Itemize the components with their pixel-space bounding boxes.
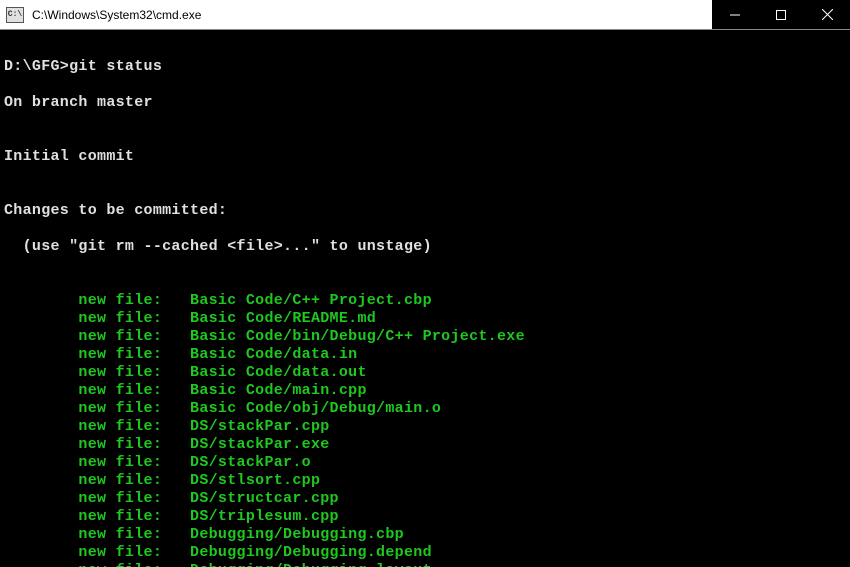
- file-path: DS/stackPar.exe: [190, 436, 330, 453]
- command: git status: [69, 58, 162, 75]
- file-path: DS/stackPar.o: [190, 454, 311, 471]
- new-file-label: new file:: [4, 526, 190, 543]
- staged-file-row: new file: Basic Code/bin/Debug/C++ Proje…: [4, 328, 846, 346]
- new-file-label: new file:: [4, 562, 190, 567]
- close-button[interactable]: [804, 0, 850, 29]
- minimize-icon: [730, 10, 740, 20]
- staged-file-row: new file: Basic Code/obj/Debug/main.o: [4, 400, 846, 418]
- new-file-label: new file:: [4, 382, 190, 399]
- staged-file-row: new file: DS/stlsort.cpp: [4, 472, 846, 490]
- file-path: DS/structcar.cpp: [190, 490, 339, 507]
- file-path: Basic Code/C++ Project.cbp: [190, 292, 432, 309]
- staged-files-list: new file: Basic Code/C++ Project.cbp new…: [4, 292, 846, 567]
- changes-header-line: Changes to be committed:: [4, 202, 846, 220]
- new-file-label: new file:: [4, 490, 190, 507]
- new-file-label: new file:: [4, 400, 190, 417]
- new-file-label: new file:: [4, 418, 190, 435]
- file-path: Basic Code/data.out: [190, 364, 367, 381]
- window-title: C:\Windows\System32\cmd.exe: [32, 8, 712, 22]
- file-path: Debugging/Debugging.depend: [190, 544, 432, 561]
- window-titlebar: C:\ C:\Windows\System32\cmd.exe: [0, 0, 850, 30]
- file-path: Basic Code/README.md: [190, 310, 376, 327]
- prompt: D:\GFG>: [4, 58, 69, 75]
- file-path: Basic Code/main.cpp: [190, 382, 367, 399]
- unstage-hint-line: (use "git rm --cached <file>..." to unst…: [4, 238, 846, 256]
- new-file-label: new file:: [4, 310, 190, 327]
- branch-line: On branch master: [4, 94, 846, 112]
- new-file-label: new file:: [4, 292, 190, 309]
- close-icon: [822, 9, 833, 20]
- prompt-line: D:\GFG>git status: [4, 58, 846, 76]
- staged-file-row: new file: Debugging/Debugging.layout: [4, 562, 846, 567]
- cmd-icon: C:\: [6, 7, 24, 23]
- maximize-button[interactable]: [758, 0, 804, 29]
- file-path: Debugging/Debugging.cbp: [190, 526, 404, 543]
- file-path: Basic Code/bin/Debug/C++ Project.exe: [190, 328, 525, 345]
- minimize-button[interactable]: [712, 0, 758, 29]
- file-path: Basic Code/obj/Debug/main.o: [190, 400, 441, 417]
- new-file-label: new file:: [4, 472, 190, 489]
- file-path: DS/triplesum.cpp: [190, 508, 339, 525]
- new-file-label: new file:: [4, 364, 190, 381]
- staged-file-row: new file: Basic Code/README.md: [4, 310, 846, 328]
- window-controls: [712, 0, 850, 29]
- maximize-icon: [776, 10, 786, 20]
- new-file-label: new file:: [4, 346, 190, 363]
- staged-file-row: new file: Basic Code/data.out: [4, 364, 846, 382]
- new-file-label: new file:: [4, 454, 190, 471]
- staged-file-row: new file: DS/stackPar.cpp: [4, 418, 846, 436]
- staged-file-row: new file: DS/stackPar.exe: [4, 436, 846, 454]
- staged-file-row: new file: Debugging/Debugging.cbp: [4, 526, 846, 544]
- new-file-label: new file:: [4, 508, 190, 525]
- new-file-label: new file:: [4, 544, 190, 561]
- staged-file-row: new file: DS/stackPar.o: [4, 454, 846, 472]
- staged-file-row: new file: Basic Code/main.cpp: [4, 382, 846, 400]
- new-file-label: new file:: [4, 328, 190, 345]
- staged-file-row: new file: Debugging/Debugging.depend: [4, 544, 846, 562]
- new-file-label: new file:: [4, 436, 190, 453]
- staged-file-row: new file: DS/triplesum.cpp: [4, 508, 846, 526]
- file-path: DS/stlsort.cpp: [190, 472, 320, 489]
- file-path: Basic Code/data.in: [190, 346, 357, 363]
- initial-commit-line: Initial commit: [4, 148, 846, 166]
- staged-file-row: new file: Basic Code/data.in: [4, 346, 846, 364]
- file-path: DS/stackPar.cpp: [190, 418, 330, 435]
- file-path: Debugging/Debugging.layout: [190, 562, 432, 567]
- staged-file-row: new file: Basic Code/C++ Project.cbp: [4, 292, 846, 310]
- terminal-output[interactable]: D:\GFG>git status On branch master Initi…: [0, 30, 850, 567]
- staged-file-row: new file: DS/structcar.cpp: [4, 490, 846, 508]
